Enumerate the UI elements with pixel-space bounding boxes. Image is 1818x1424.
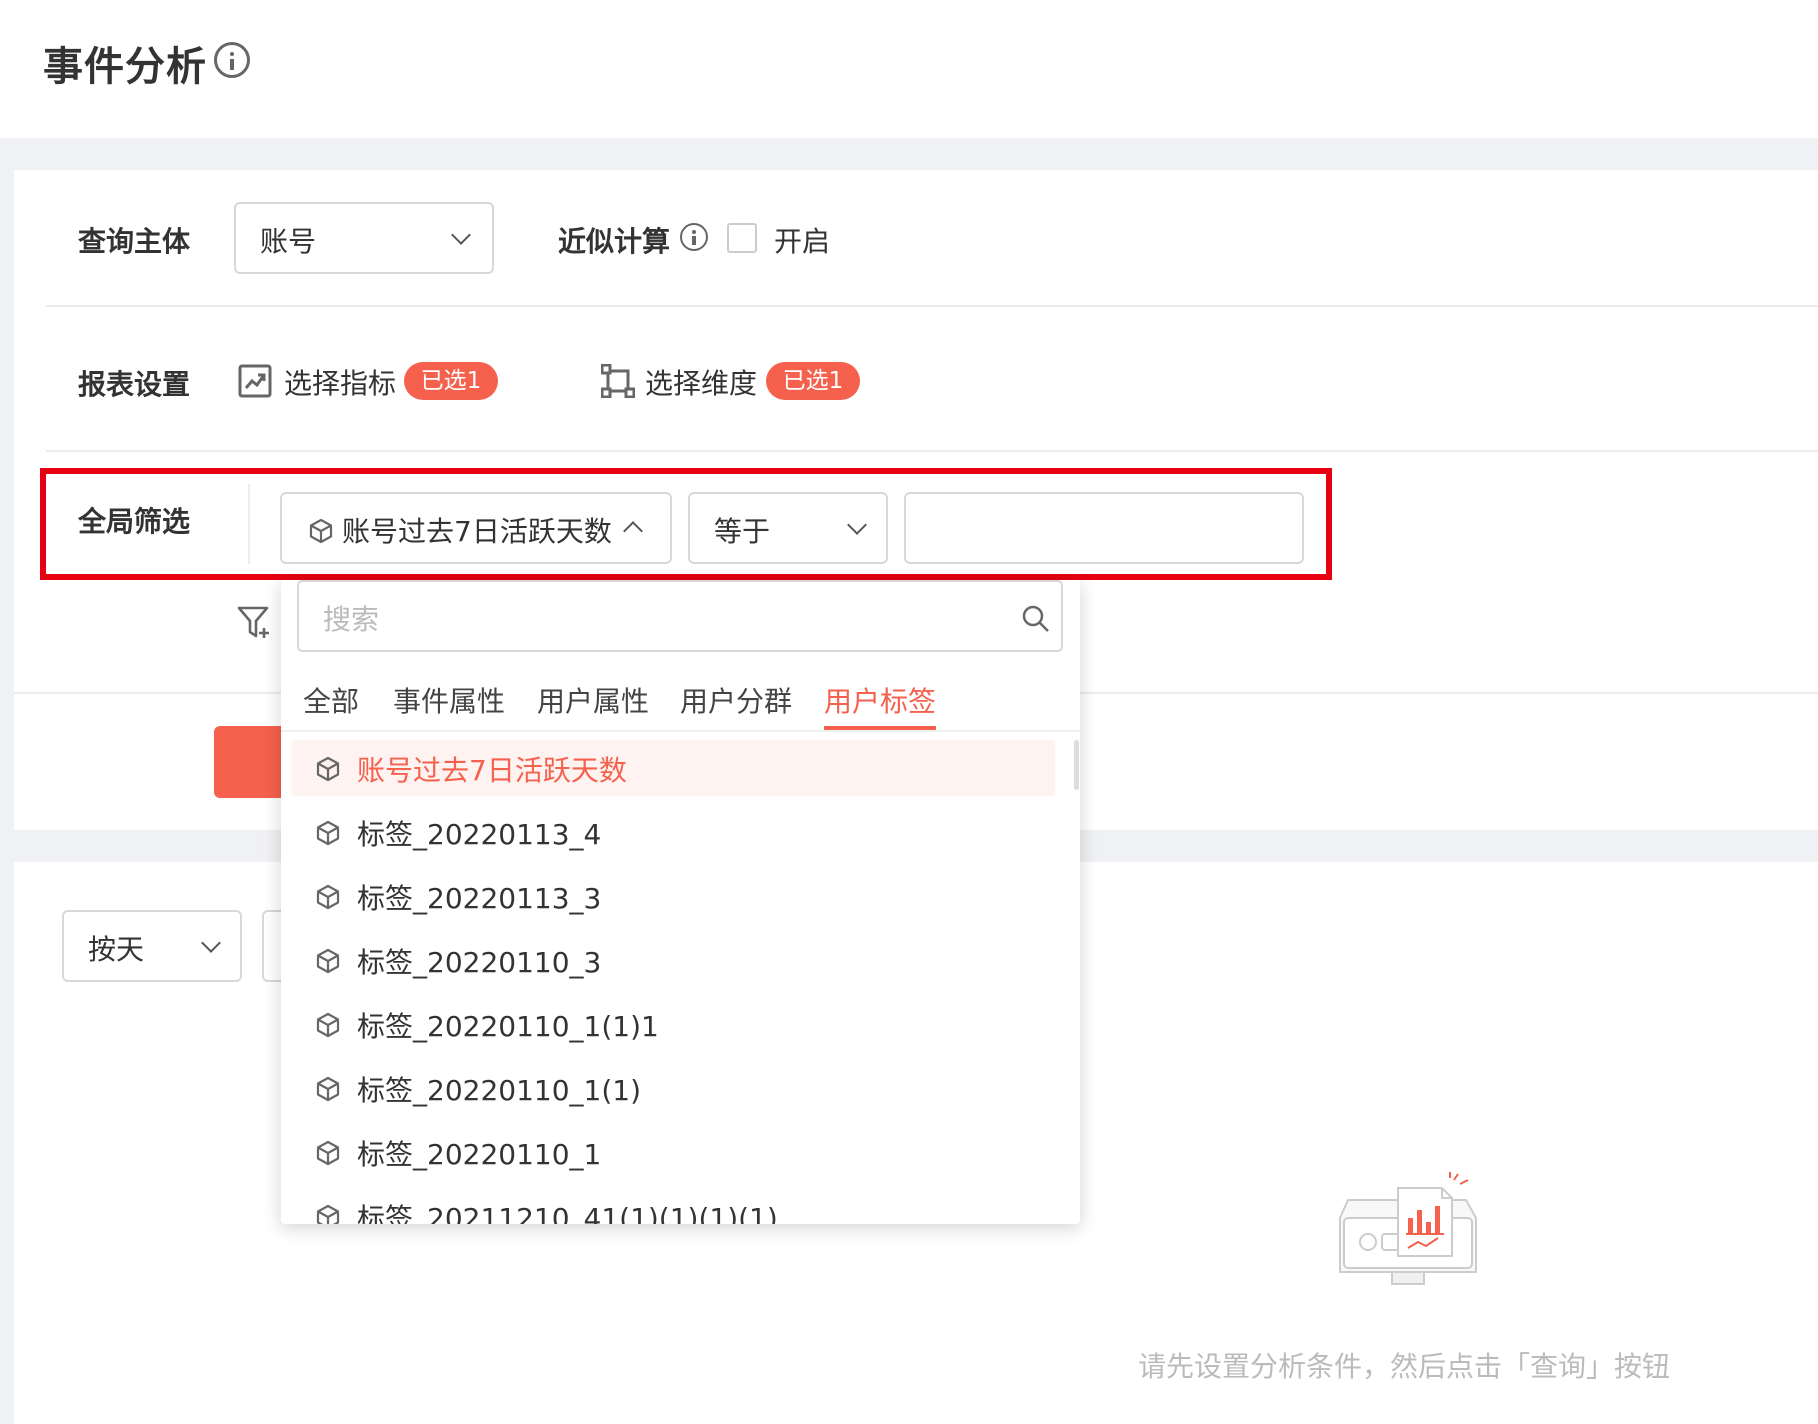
list-item[interactable]: 标签_20220113_3: [291, 868, 1055, 924]
dimension-selected-badge: 已选1: [766, 362, 860, 400]
cube-icon: [315, 884, 341, 914]
add-filter-icon[interactable]: [236, 604, 274, 642]
tab-user-segments[interactable]: 用户分群: [680, 680, 792, 720]
info-icon[interactable]: [214, 42, 250, 78]
tab-all[interactable]: 全部: [303, 680, 359, 720]
empty-state-text: 请先设置分析条件，然后点击「查询」按钮: [1138, 1350, 1671, 1383]
chevron-down-icon: [201, 933, 221, 953]
list-item-label: 标签_20211210_41(1)(1)(1)(1): [357, 1202, 778, 1224]
list-item[interactable]: 标签_20220110_1(1): [291, 1060, 1055, 1116]
list-item-label: 标签_20220110_1(1): [357, 1074, 641, 1107]
list-item[interactable]: 标签_20220113_4: [291, 804, 1055, 860]
divider: [46, 450, 1818, 452]
query-subject-select[interactable]: 账号: [234, 202, 494, 274]
approx-calc-info-icon[interactable]: [680, 223, 708, 251]
approx-calc-checkbox[interactable]: [727, 223, 757, 253]
chevron-down-icon: [451, 225, 471, 245]
search-placeholder: 搜索: [323, 603, 380, 636]
list-item-label: 账号过去7日活跃天数: [357, 754, 627, 787]
cube-icon: [315, 1140, 341, 1170]
list-item-label: 标签_20220110_1: [357, 1138, 602, 1171]
metric-selected-badge: 已选1: [404, 362, 498, 400]
page-header: [0, 0, 1818, 138]
cube-icon: [315, 756, 341, 786]
empty-chart-illustration: [1339, 1172, 1477, 1285]
list-item-label: 标签_20220110_3: [357, 946, 602, 979]
list-item[interactable]: 标签_20220110_1: [291, 1124, 1055, 1180]
time-granularity-select[interactable]: 按天: [62, 910, 242, 982]
scrollbar[interactable]: [1074, 740, 1079, 790]
list-item-label: 标签_20220110_1(1)1: [357, 1010, 659, 1043]
list-item[interactable]: 标签_20211210_41(1)(1)(1)(1): [291, 1188, 1055, 1224]
list-item-label: 标签_20220113_3: [357, 882, 602, 915]
divider: [281, 730, 1080, 732]
tab-user-properties[interactable]: 用户属性: [537, 680, 649, 720]
time-granularity-value: 按天: [88, 933, 145, 966]
cube-icon: [315, 948, 341, 978]
list-item-label: 标签_20220113_4: [357, 818, 602, 851]
search-icon: [1022, 605, 1049, 632]
cube-icon: [315, 1076, 341, 1106]
highlight-box: [40, 468, 1332, 580]
query-subject-label: 查询主体: [78, 225, 191, 258]
page-title: 事件分析: [43, 44, 207, 90]
select-dimension-link[interactable]: 选择维度: [645, 362, 757, 402]
report-settings-label: 报表设置: [78, 368, 191, 401]
dimension-icon: [601, 364, 635, 398]
tab-event-properties[interactable]: 事件属性: [393, 680, 505, 720]
list-item[interactable]: 标签_20220110_3: [291, 932, 1055, 988]
cube-icon: [315, 820, 341, 850]
cube-icon: [315, 1012, 341, 1042]
trend-chart-icon: [238, 364, 272, 398]
cube-icon: [315, 1204, 341, 1224]
query-subject-value: 账号: [260, 225, 317, 258]
approx-calc-label: 近似计算: [558, 225, 671, 258]
property-dropdown: 搜索 全部 事件属性 用户属性 用户分群 用户标签 账号过去7日活跃天数 标签_2…: [281, 580, 1080, 1224]
select-metric-link[interactable]: 选择指标: [284, 362, 396, 402]
divider: [46, 305, 1818, 307]
tab-user-tags[interactable]: 用户标签: [824, 680, 936, 720]
list-item[interactable]: 标签_20220110_1(1)1: [291, 996, 1055, 1052]
approx-calc-checkbox-label: 开启: [774, 225, 831, 258]
dropdown-search-input[interactable]: 搜索: [297, 580, 1063, 652]
list-item[interactable]: 账号过去7日活跃天数: [291, 740, 1055, 796]
